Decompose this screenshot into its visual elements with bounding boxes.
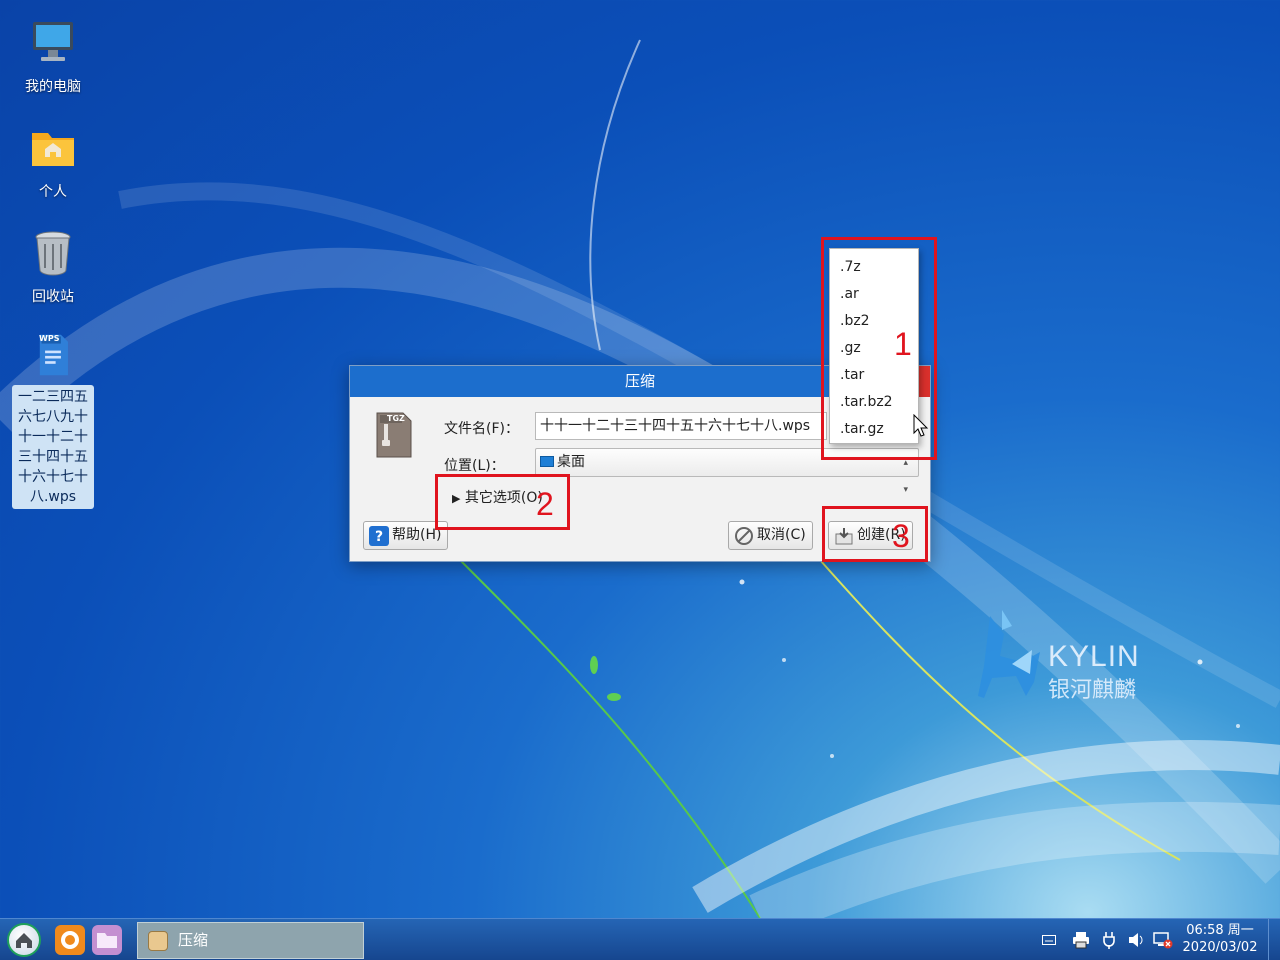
desktop-icon-label: 回收站 <box>32 289 74 305</box>
kylin-brand-latin: KYLIN <box>1048 640 1140 673</box>
desktop-icon-trash[interactable]: 回收站 <box>12 228 94 306</box>
desktop-icon-computer[interactable]: 我的电脑 <box>12 18 94 96</box>
computer-icon <box>33 22 73 61</box>
annotation-number-2: 2 <box>536 486 554 522</box>
power-plug-icon[interactable] <box>1103 931 1115 949</box>
clock-time: 06:58 周一 <box>1186 923 1254 938</box>
clock[interactable]: 06:58 周一 2020/03/02 <box>1180 922 1260 956</box>
annotation-number-1: 1 <box>894 326 912 362</box>
cancel-icon <box>735 526 753 545</box>
network-disconnected-icon[interactable] <box>1153 931 1173 949</box>
taskbar: 压缩 06:58 周一 2020/03/02 <box>0 918 1280 960</box>
tgz-badge: TGZ <box>387 414 405 423</box>
taskbar-item-compress[interactable]: 压缩 <box>137 922 364 959</box>
show-desktop-button[interactable] <box>1268 919 1280 960</box>
wps-badge: WPS <box>39 334 60 343</box>
cancel-button[interactable]: 取消(C) <box>728 521 813 550</box>
archive-app-icon <box>148 931 168 951</box>
desktop-icon-label: 一二三四五六七八九十十一十二十三十四十五十六十七十八.wps <box>12 385 94 509</box>
dialog-title: 压缩 <box>624 372 655 390</box>
desktop-folder-icon <box>540 456 554 467</box>
annotation-box-3 <box>822 506 928 562</box>
taskbar-item-label: 压缩 <box>178 931 209 949</box>
help-icon: ? <box>369 525 389 546</box>
filename-label: 文件名(F)： <box>444 421 519 437</box>
location-label: 位置(L)： <box>444 458 505 474</box>
desktop-icon-label: 个人 <box>39 184 67 200</box>
filename-input[interactable]: 十十一十二十三十四十五十六十七十八.wps <box>535 412 827 440</box>
cancel-button-label: 取消(C) <box>757 527 806 543</box>
location-value: 桌面 <box>557 454 585 470</box>
clock-date: 2020/03/02 <box>1182 940 1258 955</box>
keyboard-icon[interactable] <box>1042 935 1056 945</box>
start-menu-button[interactable] <box>7 923 41 957</box>
desktop-icon-wps-file[interactable]: WPS 一二三四五六七八九十十一十二十三十四十五十六十七十八.wps <box>12 333 94 509</box>
folder-icon <box>97 933 117 948</box>
volume-icon[interactable] <box>1127 931 1145 949</box>
annotation-box-1 <box>821 237 937 460</box>
home-icon <box>16 933 32 948</box>
browser-launcher-icon[interactable] <box>55 925 85 955</box>
file-manager-launcher-icon[interactable] <box>92 925 122 955</box>
trash-icon <box>35 231 71 276</box>
kylin-brand-cn: 银河麒麟 <box>1048 678 1137 703</box>
desktop-icon-label: 我的电脑 <box>25 79 81 95</box>
browser-icon <box>61 931 79 949</box>
svg-text:?: ? <box>375 529 383 545</box>
home-folder-icon <box>32 133 74 166</box>
annotation-number-3: 3 <box>892 518 910 554</box>
desktop-icon-home[interactable]: 个人 <box>12 123 94 201</box>
printer-icon[interactable] <box>1072 931 1090 949</box>
